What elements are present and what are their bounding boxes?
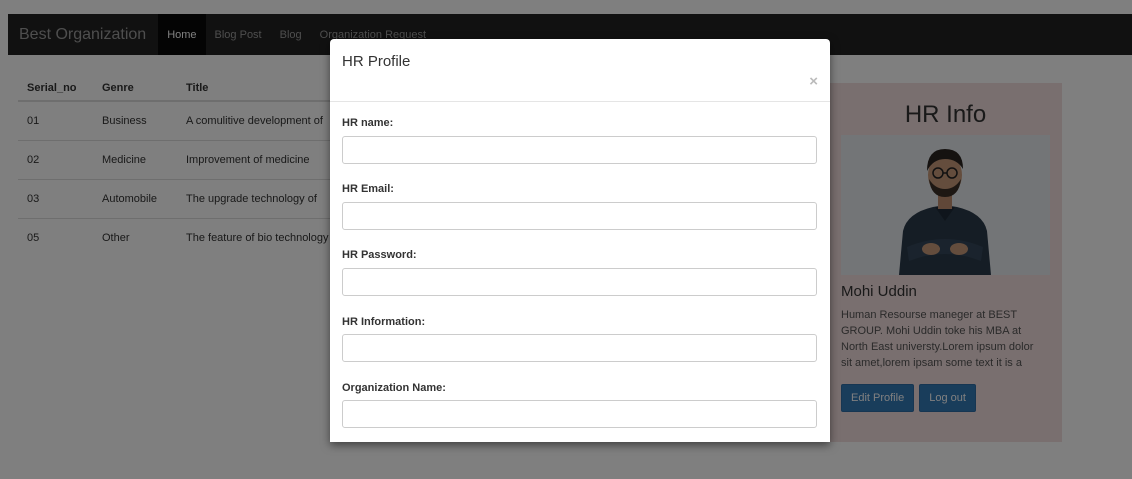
close-icon[interactable]: × [809, 73, 818, 90]
hr-information-label: HR Information: [342, 316, 426, 328]
hr-name-label: HR name: [342, 117, 394, 129]
modal-title: HR Profile [342, 53, 411, 70]
hr-information-input[interactable] [342, 334, 817, 362]
hr-name-input[interactable] [342, 136, 817, 164]
modal-header: HR Profile × [330, 39, 830, 102]
hr-profile-modal: HR Profile × HR name: HR Email: HR Passw… [330, 39, 830, 442]
hr-email-input[interactable] [342, 202, 817, 230]
hr-password-input[interactable] [342, 268, 817, 296]
organization-name-label: Organization Name: [342, 382, 446, 394]
hr-email-label: HR Email: [342, 183, 394, 195]
organization-name-input[interactable] [342, 400, 817, 428]
hr-password-label: HR Password: [342, 249, 417, 261]
